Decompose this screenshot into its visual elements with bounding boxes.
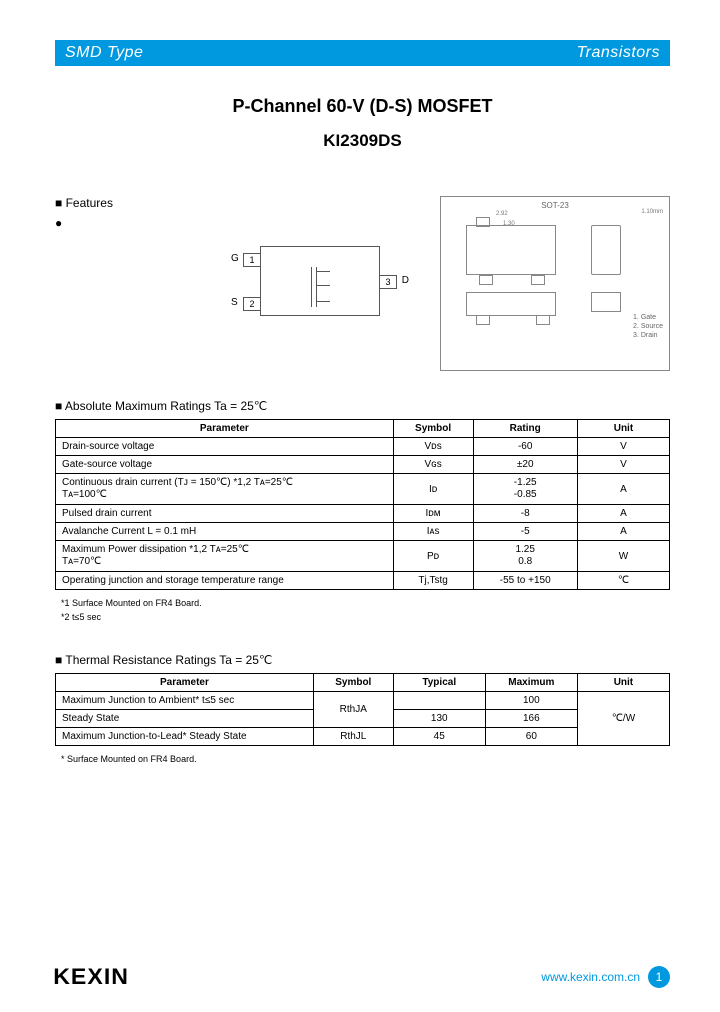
cell: ±20: [473, 456, 577, 474]
cell: 1.25 0.8: [473, 541, 577, 572]
pkg-dim-w: 2.92: [496, 211, 508, 217]
col-rating: Rating: [473, 420, 577, 438]
cell: Maximum Junction-to-Lead* Steady State: [56, 727, 314, 745]
footer: KEXIN www.kexin.com.cn 1: [55, 964, 670, 990]
cell: Maximum Junction to Ambient* t≤5 sec: [56, 691, 314, 709]
cell: RthJL: [313, 727, 393, 745]
cell: Iᴀs: [393, 523, 473, 541]
cell: 60: [485, 727, 577, 745]
cell: Steady State: [56, 709, 314, 727]
cell: Iᴅᴍ: [393, 505, 473, 523]
cell: -55 to +150: [473, 572, 577, 590]
col-unit: Unit: [577, 673, 669, 691]
cell: W: [577, 541, 669, 572]
cell: A: [577, 474, 669, 505]
col-symbol: Symbol: [313, 673, 393, 691]
cell: A: [577, 505, 669, 523]
cell: Avalanche Current L = 0.1 mH: [56, 523, 394, 541]
thermal-heading: Thermal Resistance Ratings Ta = 25℃: [55, 653, 670, 667]
pin-legend: 1. Gate 2. Source 3. Drain: [633, 313, 663, 340]
col-unit: Unit: [577, 420, 669, 438]
thermal-table: Parameter Symbol Typical Maximum Unit Ma…: [55, 673, 670, 746]
cell: Pulsed drain current: [56, 505, 394, 523]
col-param: Parameter: [56, 420, 394, 438]
banner-right: Transistors: [577, 44, 660, 62]
footer-url[interactable]: www.kexin.com.cn: [541, 970, 640, 984]
cell: -5: [473, 523, 577, 541]
cell: ℃/W: [577, 691, 669, 745]
cell: 100: [485, 691, 577, 709]
cell: 130: [393, 709, 485, 727]
col-typical: Typical: [393, 673, 485, 691]
cell: Tj,Tstg: [393, 572, 473, 590]
banner-left: SMD Type: [65, 44, 143, 62]
cell: Iᴅ: [393, 474, 473, 505]
schematic-diagram: G S D 1 2 3: [230, 196, 420, 316]
pkg-dim-h: 1.10mm: [641, 209, 663, 215]
pin-2: 2: [243, 297, 261, 311]
header-banner: SMD Type Transistors: [55, 40, 670, 66]
cell: Pᴅ: [393, 541, 473, 572]
col-param: Parameter: [56, 673, 314, 691]
cell: Operating junction and storage temperatu…: [56, 572, 394, 590]
cell: Vɢs: [393, 456, 473, 474]
abs-notes: *1 Surface Mounted on FR4 Board. *2 t≤5 …: [55, 596, 670, 625]
col-max: Maximum: [485, 673, 577, 691]
cell: 45: [393, 727, 485, 745]
pin-label-gate: G: [231, 253, 239, 264]
abs-max-table: Parameter Symbol Rating Unit Drain-sourc…: [55, 419, 670, 590]
cell: V: [577, 456, 669, 474]
cell: Vᴅs: [393, 438, 473, 456]
mosfet-symbol-icon: [311, 267, 341, 307]
pin-label-source: S: [231, 297, 238, 308]
pin-label-drain: D: [402, 275, 409, 286]
abs-max-heading: Absolute Maximum Ratings Ta = 25℃: [55, 399, 670, 413]
col-symbol: Symbol: [393, 420, 473, 438]
part-number: KI2309DS: [55, 131, 670, 151]
cell: 166: [485, 709, 577, 727]
features-bullet: [55, 216, 210, 230]
cell: -8: [473, 505, 577, 523]
cell: [393, 691, 485, 709]
cell: Gate-source voltage: [56, 456, 394, 474]
title-main: P-Channel 60-V (D-S) MOSFET: [55, 96, 670, 117]
cell: RthJA: [313, 691, 393, 727]
package-outline-drawing: SOT-23 2.92 1.30 1.10mm 1. Gate 2. Sourc…: [440, 196, 670, 371]
cell: Maximum Power dissipation *1,2 Tᴀ=25℃ Tᴀ…: [56, 541, 394, 572]
cell: A: [577, 523, 669, 541]
features-heading: Features: [55, 196, 210, 210]
page-number: 1: [648, 966, 670, 988]
cell: -60: [473, 438, 577, 456]
pin-1: 1: [243, 253, 261, 267]
cell: Drain-source voltage: [56, 438, 394, 456]
cell: V: [577, 438, 669, 456]
package-name: SOT-23: [445, 201, 665, 210]
thermal-notes: * Surface Mounted on FR4 Board.: [55, 752, 670, 766]
title-block: P-Channel 60-V (D-S) MOSFET KI2309DS: [55, 96, 670, 151]
cell: ℃: [577, 572, 669, 590]
pin-3: 3: [379, 275, 397, 289]
cell: Continuous drain current (Tᴊ = 150℃) *1,…: [56, 474, 394, 505]
cell: -1.25 -0.85: [473, 474, 577, 505]
brand-logo: KEXIN: [55, 964, 127, 990]
